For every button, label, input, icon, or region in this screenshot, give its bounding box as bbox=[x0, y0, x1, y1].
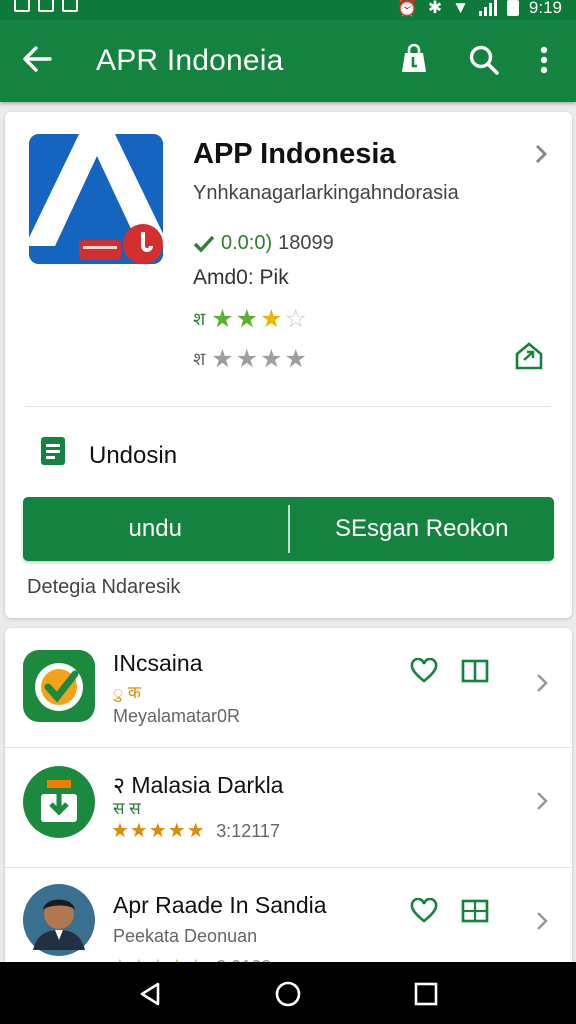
status-right-icons: ⏰ ✱ ▼ 9:19 bbox=[397, 0, 562, 18]
list-item-subtitle: Meyalamatar0R bbox=[113, 706, 241, 726]
overflow-menu-icon[interactable] bbox=[526, 42, 562, 78]
version-extra: 18099 bbox=[278, 232, 334, 254]
download-app-icon bbox=[23, 766, 95, 838]
install-button[interactable]: undu bbox=[23, 497, 288, 561]
wifi-icon: ▼ bbox=[452, 0, 469, 17]
chevron-right-icon[interactable] bbox=[535, 672, 549, 694]
nav-back-icon[interactable] bbox=[136, 980, 164, 1008]
star-icon: ★ bbox=[284, 345, 307, 373]
chevron-right-icon[interactable] bbox=[535, 910, 549, 932]
global-rating: श ★ ★ ★ ★ bbox=[193, 344, 307, 374]
star-icon: ★ bbox=[211, 345, 234, 373]
app-bar-title: APR Indoneia bbox=[96, 44, 284, 77]
list-item[interactable]: २ Malasia Darkla स स ★★★★★ 3:12117 bbox=[5, 748, 572, 868]
check-badge-app-icon bbox=[23, 650, 95, 722]
heart-icon[interactable] bbox=[410, 898, 438, 924]
divider bbox=[25, 406, 551, 407]
nav-home-icon[interactable] bbox=[274, 980, 302, 1008]
app-author: Amd0: Pik bbox=[193, 266, 289, 289]
store-bag-icon[interactable] bbox=[396, 42, 432, 78]
notification-icon bbox=[14, 0, 30, 12]
list-item-tags: स स bbox=[113, 799, 141, 818]
star-empty-icon: ☆ bbox=[284, 305, 307, 333]
heart-icon[interactable] bbox=[410, 658, 438, 684]
clock: 9:19 bbox=[528, 0, 562, 17]
alarm-icon: ⏰ bbox=[396, 0, 418, 17]
star-icons: ★★★★★ bbox=[111, 820, 206, 842]
star-icon: ★ bbox=[211, 305, 234, 333]
app-name: APP Indonesia bbox=[193, 138, 396, 170]
book-icon[interactable] bbox=[461, 658, 489, 684]
star-icon: ★ bbox=[235, 305, 259, 333]
signal-icon bbox=[478, 0, 497, 16]
download-label: Undosin bbox=[89, 442, 178, 469]
list-item-title: INcsaina bbox=[113, 650, 203, 676]
star-icon: ★ bbox=[260, 305, 283, 333]
image-icon bbox=[62, 0, 78, 12]
system-nav-bar bbox=[0, 962, 576, 1024]
version-row: 0.0:0) 18099 bbox=[193, 232, 334, 255]
check-icon bbox=[193, 235, 215, 252]
chevron-right-icon[interactable] bbox=[535, 790, 549, 812]
star-icon: ★ bbox=[235, 345, 259, 373]
bluetooth-icon: ✱ bbox=[427, 0, 443, 17]
star-icon: ★ bbox=[260, 345, 283, 373]
document-icon bbox=[41, 437, 65, 465]
version-code: 0.0:0) bbox=[221, 232, 273, 254]
sim-icon bbox=[38, 0, 54, 12]
list-item-prefix: २ bbox=[113, 772, 125, 798]
nav-recents-icon[interactable] bbox=[412, 980, 440, 1008]
list-item-subtitle: Peekata Deonuan bbox=[113, 926, 258, 946]
rating-label: श bbox=[193, 309, 206, 329]
list-item-title: Apr Raade In Sandia bbox=[113, 892, 327, 918]
status-left-icons bbox=[14, 0, 78, 12]
status-bar: ⏰ ✱ ▼ 9:19 bbox=[0, 0, 576, 20]
app-logo-icon bbox=[29, 134, 163, 264]
rating-count: 3:12117 bbox=[216, 821, 280, 841]
book-icon[interactable] bbox=[461, 898, 489, 924]
user-rating: श ★ ★ ★ ☆ bbox=[193, 304, 307, 334]
action-button-bar: undu SEsgan Reokon bbox=[23, 497, 554, 561]
chevron-right-icon[interactable] bbox=[533, 142, 549, 166]
app-detail-card: APP Indonesia Ynhkanagarlarkingahndorasi… bbox=[5, 112, 572, 618]
battery-icon bbox=[506, 0, 519, 16]
list-item-tags: ु क bbox=[113, 683, 141, 702]
app-description: Detegia Ndaresik bbox=[27, 576, 181, 598]
list-item[interactable]: INcsaina ु क Meyalamatar0R bbox=[5, 628, 572, 748]
package-name: Ynhkanagarlarkingahndorasia bbox=[193, 182, 459, 204]
app-bar: APR Indoneia bbox=[0, 20, 576, 102]
related-apps-list: INcsaina ु क Meyalamatar0R २ Malasia Dar… bbox=[5, 628, 572, 978]
avatar bbox=[23, 884, 95, 956]
list-item-rating: ★★★★★ 3:12117 bbox=[111, 818, 280, 843]
share-icon[interactable] bbox=[513, 340, 545, 372]
secondary-action-button[interactable]: SEsgan Reokon bbox=[290, 497, 555, 561]
rating-label: श bbox=[193, 349, 206, 369]
list-item-title-text: Malasia Darkla bbox=[131, 772, 284, 798]
back-arrow-icon[interactable] bbox=[20, 42, 54, 76]
search-icon[interactable] bbox=[466, 42, 502, 78]
